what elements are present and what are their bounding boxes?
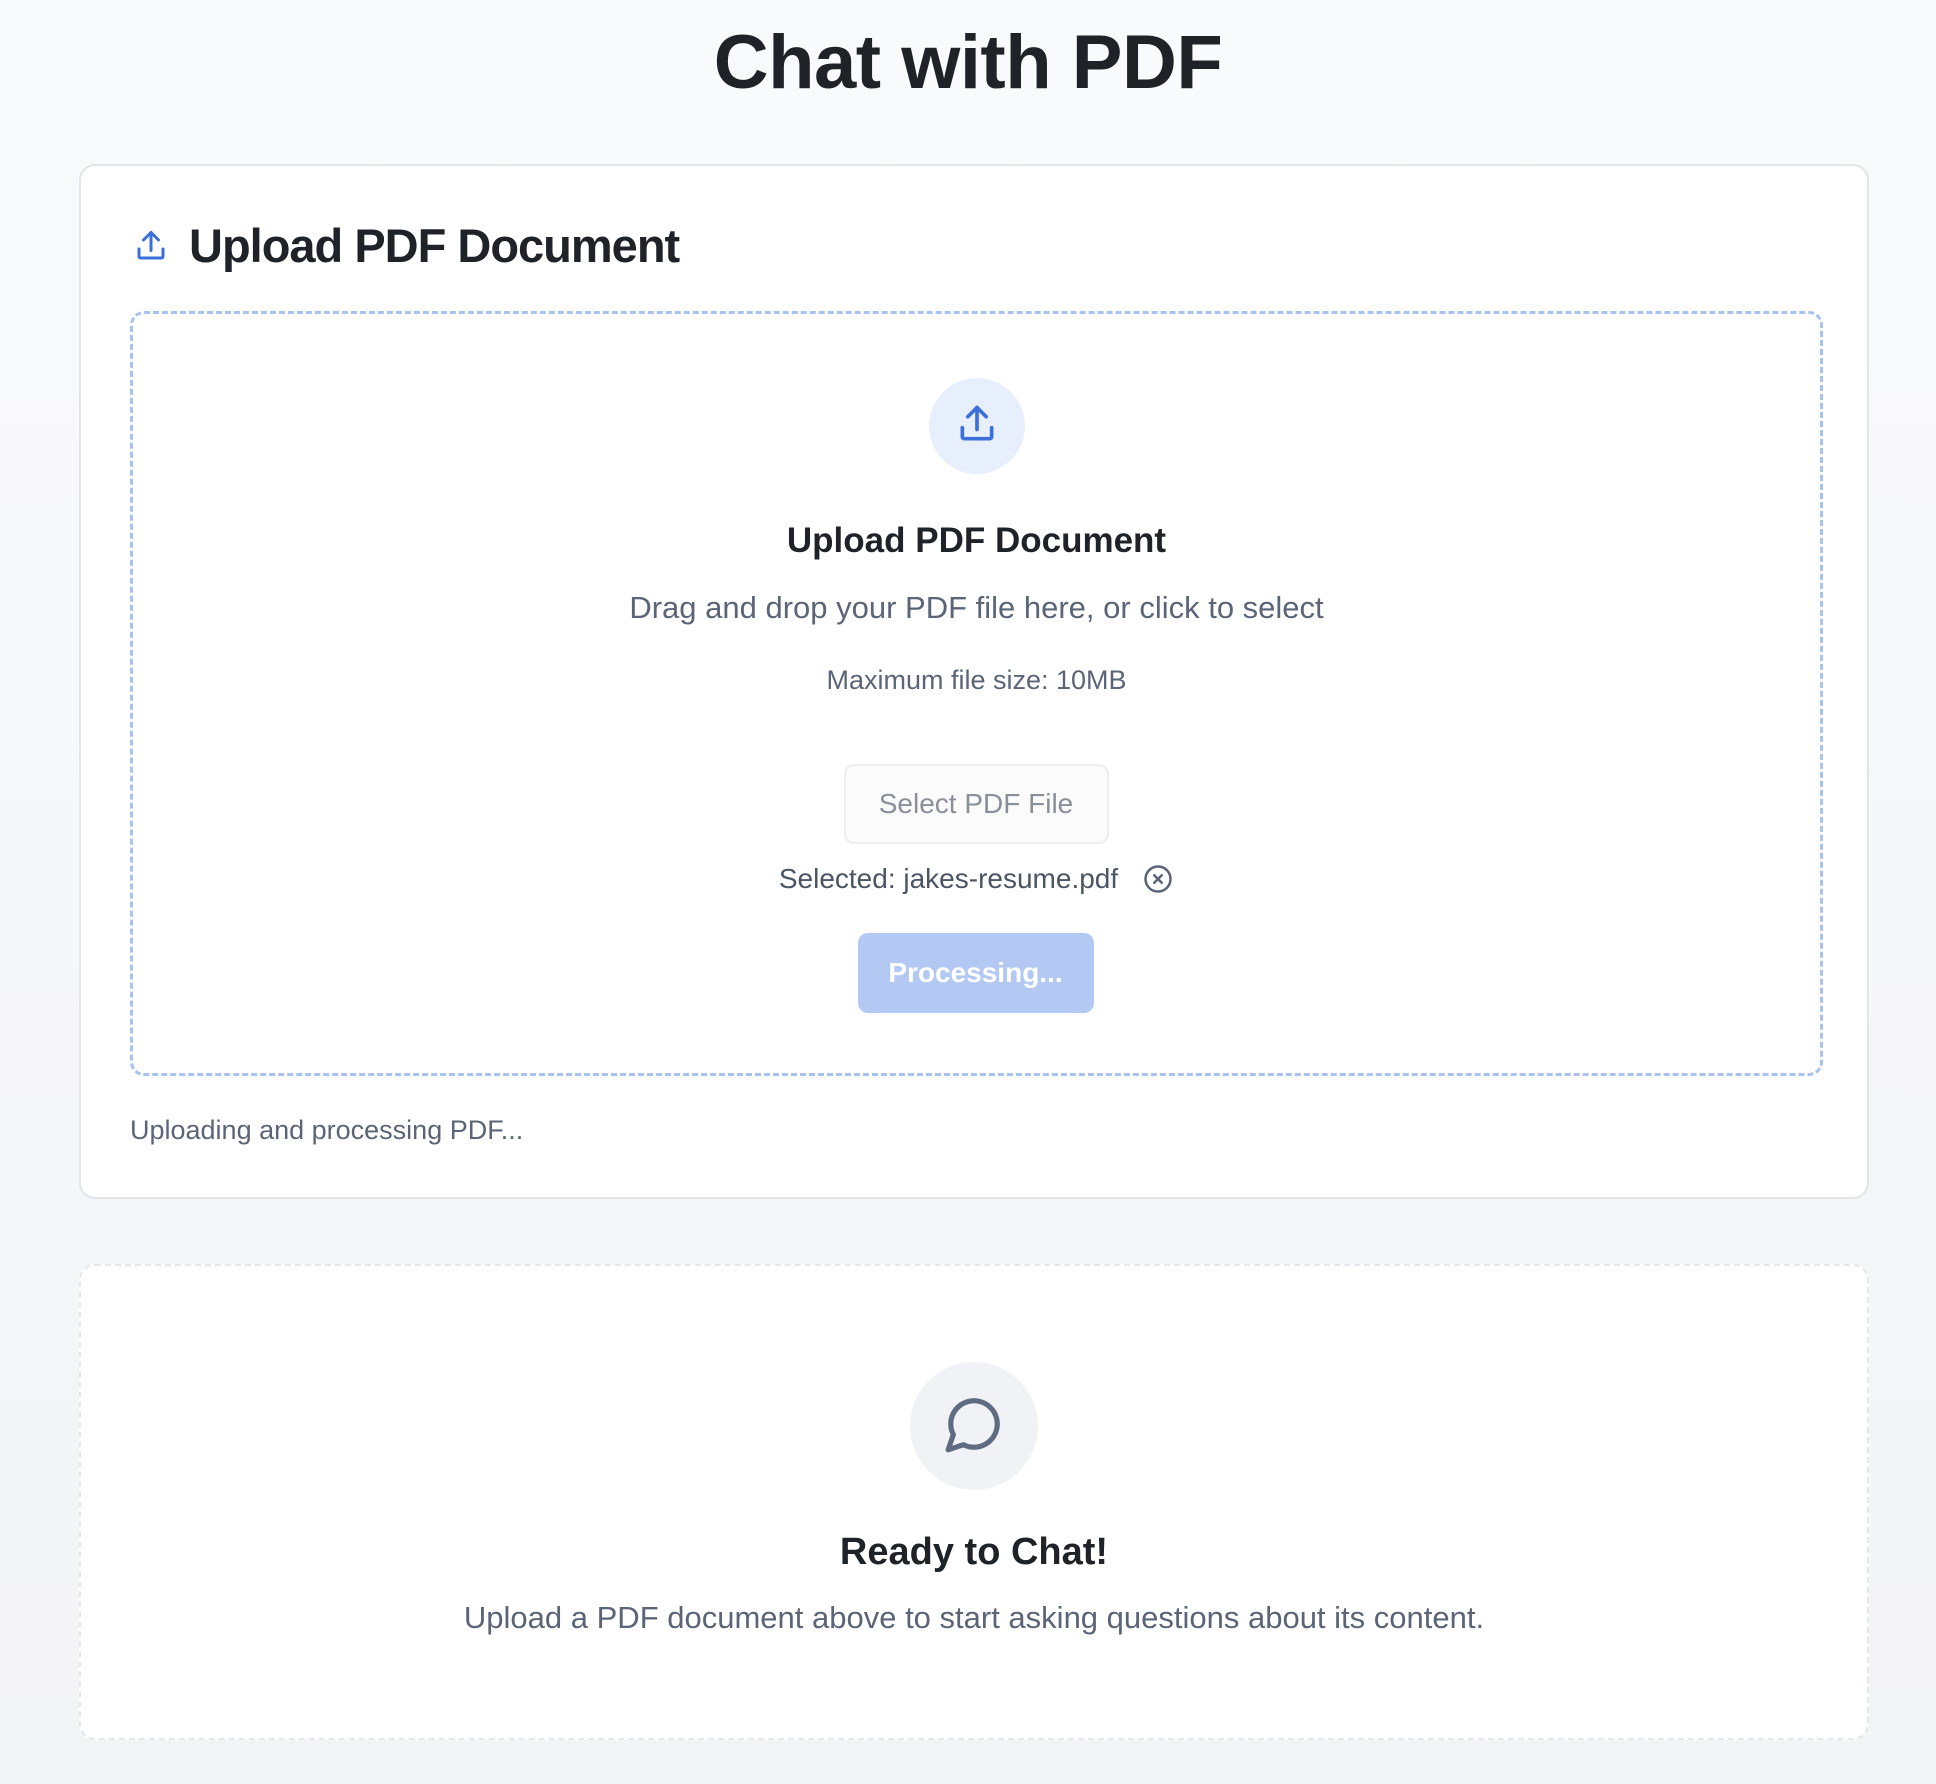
upload-card-title: Upload PDF Document <box>189 219 680 272</box>
upload-icon <box>131 226 171 266</box>
select-pdf-button[interactable]: Select PDF File <box>843 764 1109 844</box>
dropzone-subtitle: Drag and drop your PDF file here, or cli… <box>629 590 1324 625</box>
close-circle-icon[interactable] <box>1142 863 1174 895</box>
file-size-limit: Maximum file size: 10MB <box>826 665 1127 695</box>
page-title: Chat with PDF <box>713 20 1223 105</box>
dropzone-title: Upload PDF Document <box>786 521 1167 560</box>
upload-icon <box>955 402 999 451</box>
upload-card-header: Upload PDF Document <box>131 216 680 276</box>
chat-bubble-icon <box>943 1393 1005 1460</box>
upload-card: Upload PDF Document Upload PDF Document … <box>79 164 1869 1199</box>
chat-ready-title: Ready to Chat! <box>839 1531 1109 1573</box>
pdf-dropzone[interactable]: Upload PDF Document Drag and drop your P… <box>130 311 1823 1076</box>
selected-file-row: Selected: jakes-resume.pdf <box>133 859 1820 899</box>
selected-file-name: Selected: jakes-resume.pdf <box>778 863 1119 894</box>
chat-icon-circle <box>910 1362 1038 1490</box>
upload-status: Uploading and processing PDF... <box>130 1115 524 1145</box>
processing-button[interactable]: Processing... <box>857 933 1094 1013</box>
chat-ready-subtitle: Upload a PDF document above to start ask… <box>463 1600 1485 1635</box>
chat-placeholder-card: Ready to Chat! Upload a PDF document abo… <box>79 1264 1869 1740</box>
dropzone-icon-circle <box>928 378 1025 474</box>
